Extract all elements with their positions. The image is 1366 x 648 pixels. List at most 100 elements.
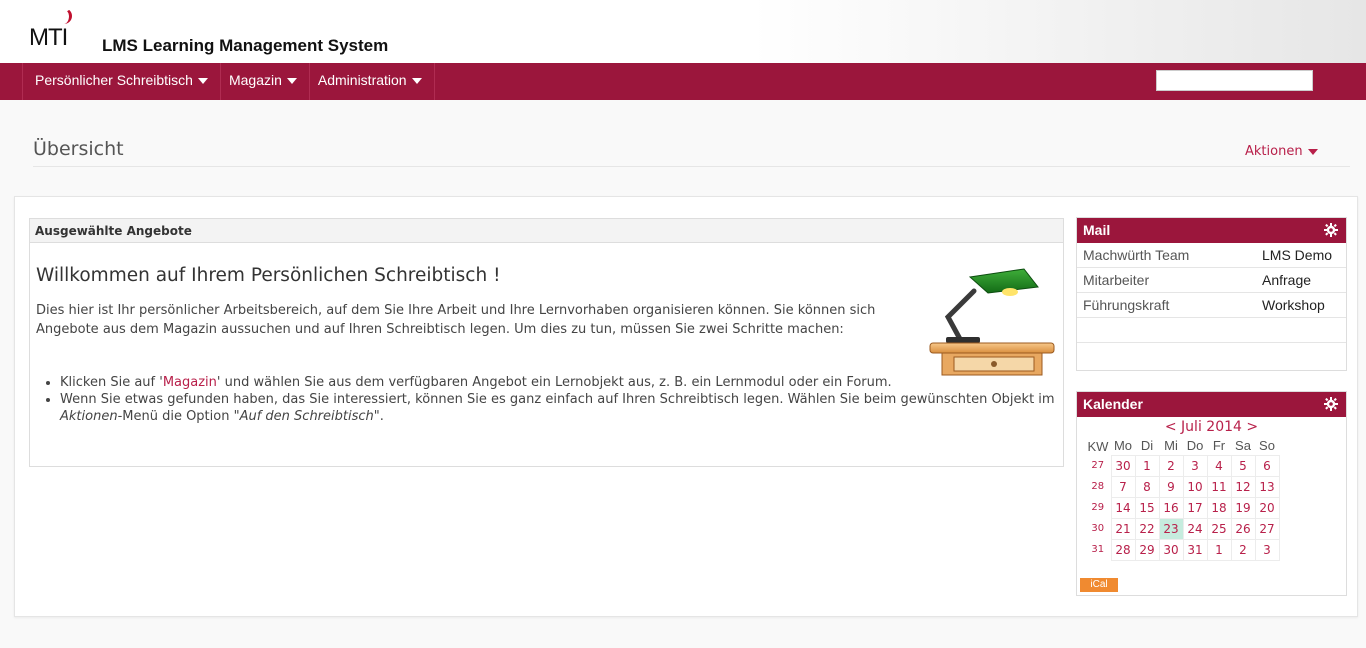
logo-arc-icon — [60, 8, 72, 24]
nav-personal-desktop[interactable]: Persönlicher Schreibtisch — [33, 63, 218, 100]
calendar-block: Kalender < Juli 2014 > KW Mo Di Mi Do Fr… — [1076, 391, 1347, 596]
calendar-week-row: 31 28 29 30 31 1 2 3 — [1085, 538, 1280, 561]
calendar-header: Kalender — [1077, 392, 1346, 417]
calendar-day[interactable]: 25 — [1206, 517, 1232, 540]
mail-row[interactable]: Machwürth Team LMS Demo — [1077, 243, 1346, 268]
calendar-week-row: 27 30 1 2 3 4 5 6 — [1085, 454, 1280, 477]
search-input[interactable] — [1156, 70, 1313, 91]
calendar-day[interactable]: 30 — [1110, 454, 1136, 477]
calendar-day[interactable]: 3 — [1182, 454, 1208, 477]
bullet-text: Klicken Sie auf ' — [60, 375, 163, 390]
nav-separator — [219, 63, 221, 100]
calendar-day[interactable]: 6 — [1254, 454, 1280, 477]
featured-offers-block: Ausgewählte Angebote Willkommen auf Ihre… — [29, 218, 1064, 467]
mail-subject[interactable]: LMS Demo — [1262, 247, 1332, 263]
mail-subject[interactable]: Anfrage — [1262, 272, 1311, 288]
mail-from: Machwürth Team — [1083, 247, 1190, 263]
bullet-text: ' und wählen Sie aus dem verfügbaren Ang… — [216, 375, 892, 390]
calendar-week-row: 30 21 22 23 24 25 26 27 — [1085, 517, 1280, 540]
calendar-day[interactable]: 12 — [1230, 475, 1256, 498]
calendar-header-row: KW Mo Di Mi Do Fr Sa So — [1085, 437, 1279, 455]
calendar-day[interactable]: 1 — [1206, 538, 1232, 561]
logo[interactable]: MTI — [29, 24, 68, 52]
calendar-day[interactable]: 16 — [1158, 496, 1184, 519]
calendar-day[interactable]: 3 — [1254, 538, 1280, 561]
mail-row[interactable]: Führungskraft Workshop — [1077, 293, 1346, 318]
calendar-day[interactable]: 9 — [1158, 475, 1184, 498]
calendar-day[interactable]: 26 — [1230, 517, 1256, 540]
week-number: 29 — [1091, 502, 1105, 513]
weekday-header: So — [1259, 438, 1275, 454]
bullet-text: ". — [373, 409, 384, 424]
nav-administration[interactable]: Administration — [316, 63, 432, 100]
weekday-header: Fr — [1212, 438, 1226, 454]
nav-separator — [433, 63, 435, 100]
chevron-down-icon — [1307, 148, 1318, 155]
calendar-day[interactable]: 28 — [1110, 538, 1136, 561]
mail-title: Mail — [1083, 222, 1111, 238]
week-number: 27 — [1091, 460, 1105, 471]
weekday-header: Sa — [1235, 438, 1251, 454]
actions-label: Aktionen — [1245, 144, 1303, 159]
calendar-day[interactable]: 27 — [1254, 517, 1280, 540]
chevron-down-icon — [411, 78, 422, 85]
calendar-day[interactable]: 30 — [1158, 538, 1184, 561]
calendar-day[interactable]: 22 — [1134, 517, 1160, 540]
welcome-text: Dies hier ist Ihr persönlicher Arbeitsbe… — [36, 303, 876, 337]
weekday-header: Mi — [1164, 438, 1178, 454]
mail-subject[interactable]: Workshop — [1262, 297, 1325, 313]
week-number: 31 — [1091, 544, 1105, 555]
bullet-emphasis: Auf den Schreibtisch — [239, 409, 374, 424]
calendar-day[interactable]: 10 — [1182, 475, 1208, 498]
gear-icon[interactable] — [1324, 223, 1338, 237]
calendar-day[interactable]: 17 — [1182, 496, 1208, 519]
mail-row[interactable]: Mitarbeiter Anfrage — [1077, 268, 1346, 293]
calendar-day[interactable]: 14 — [1110, 496, 1136, 519]
calendar-day[interactable]: 2 — [1158, 454, 1184, 477]
calendar-day[interactable]: 24 — [1182, 517, 1208, 540]
week-number: 30 — [1091, 523, 1105, 534]
calendar-day[interactable]: 5 — [1230, 454, 1256, 477]
calendar-day[interactable]: 31 — [1182, 538, 1208, 561]
calendar-week-row: 28 7 8 9 10 11 12 13 — [1085, 475, 1280, 498]
mail-from: Mitarbeiter — [1083, 272, 1150, 288]
calendar-day[interactable]: 13 — [1254, 475, 1280, 498]
title-divider — [33, 166, 1350, 167]
nav-magazin-label: Magazin — [228, 72, 282, 88]
calendar-day[interactable]: 15 — [1134, 496, 1160, 519]
calendar-day[interactable]: 29 — [1134, 538, 1160, 561]
calendar-day[interactable]: 19 — [1230, 496, 1256, 519]
weekday-header: Do — [1186, 438, 1204, 454]
calendar-day[interactable]: 7 — [1110, 475, 1136, 498]
magazin-link[interactable]: Magazin — [163, 375, 217, 390]
calendar-title: Kalender — [1083, 396, 1143, 412]
calendar-day[interactable]: 21 — [1110, 517, 1136, 540]
calendar-day[interactable]: 18 — [1206, 496, 1232, 519]
calendar-day[interactable]: 2 — [1230, 538, 1256, 561]
welcome-title: Willkommen auf Ihrem Persönlichen Schrei… — [36, 265, 501, 286]
mail-from: Führungskraft — [1083, 297, 1170, 313]
week-number: 28 — [1091, 481, 1105, 492]
actions-dropdown[interactable]: Aktionen — [1245, 144, 1318, 159]
chevron-down-icon — [197, 78, 208, 85]
nav-personal-desktop-label: Persönlicher Schreibtisch — [35, 72, 193, 88]
calendar-day[interactable]: 20 — [1254, 496, 1280, 519]
calendar-day-today[interactable]: 23 — [1158, 517, 1184, 540]
nav-magazin[interactable]: Magazin — [227, 63, 307, 100]
calendar-day[interactable]: 1 — [1134, 454, 1160, 477]
navbar-inner: Persönlicher Schreibtisch Magazin Admini… — [22, 63, 1352, 100]
weekday-header: Mo — [1113, 438, 1133, 454]
bullet-emphasis: Aktionen — [60, 409, 118, 424]
calendar-month-nav[interactable]: < Juli 2014 > — [1077, 417, 1346, 437]
steps-list: Klicken Sie auf 'Magazin' und wählen Sie… — [60, 374, 1060, 425]
list-item: Wenn Sie etwas gefunden haben, das Sie i… — [60, 391, 1060, 425]
calendar-day[interactable]: 11 — [1206, 475, 1232, 498]
ical-button[interactable]: iCal — [1080, 578, 1118, 592]
calendar-day[interactable]: 4 — [1206, 454, 1232, 477]
weekday-header: Di — [1140, 438, 1154, 454]
bullet-text: Wenn Sie etwas gefunden haben, das Sie i… — [60, 392, 1055, 407]
calendar-day[interactable]: 8 — [1134, 475, 1160, 498]
bullet-text: -Menü die Option " — [117, 409, 240, 424]
nav-administration-label: Administration — [317, 72, 407, 88]
gear-icon[interactable] — [1324, 397, 1338, 411]
